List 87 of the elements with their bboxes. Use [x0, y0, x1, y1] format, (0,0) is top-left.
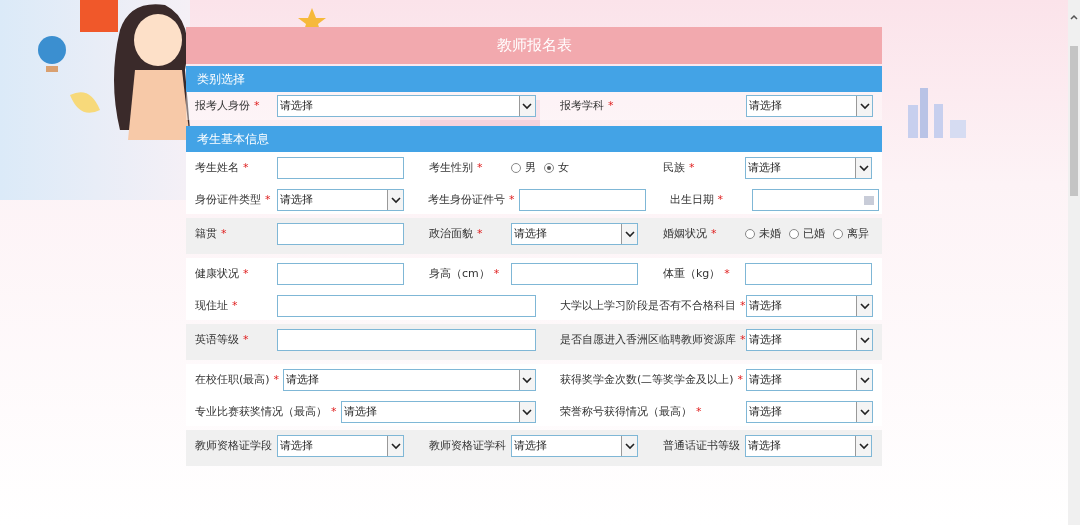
field-label: 在校任职(最高) * [195, 371, 281, 388]
field-label: 身高（cm） * [429, 265, 501, 282]
scrollbar[interactable] [1068, 0, 1080, 525]
field-label: 民族 * [663, 159, 696, 176]
text-field[interactable] [277, 263, 404, 285]
field-label: 获得奖学金次数(二等奖学金及以上) * [559, 371, 744, 388]
form-title: 教师报名表 [186, 27, 882, 64]
field-label: 考生性别 * [429, 159, 484, 176]
radio-button[interactable] [544, 163, 554, 173]
required-asterisk: * [477, 160, 483, 174]
dropdown-select[interactable]: 请选择 [745, 157, 872, 179]
radio-option[interactable]: 男 [511, 159, 536, 177]
radio-button[interactable] [745, 229, 755, 239]
dropdown-select[interactable]: 请选择 [746, 95, 873, 117]
section-header: 类别选择 [186, 66, 882, 92]
field-label: 普通话证书等级 [663, 437, 741, 454]
text-field[interactable] [277, 223, 404, 245]
required-asterisk: * [739, 332, 746, 346]
scroll-up-icon[interactable] [1070, 14, 1078, 20]
required-asterisk: * [711, 226, 717, 240]
required-asterisk: * [689, 160, 695, 174]
field-label: 考生身份证件号 * [428, 191, 516, 208]
required-asterisk: * [477, 226, 483, 240]
dropdown-select[interactable]: 请选择 [277, 95, 536, 117]
required-asterisk: * [737, 372, 743, 386]
field-label: 教师资格证学段 [195, 437, 273, 454]
radio-option[interactable]: 已婚 [789, 225, 825, 243]
dropdown-select[interactable]: 请选择 [746, 295, 873, 317]
field-label: 考生姓名 * [195, 159, 250, 176]
required-asterisk: * [243, 160, 249, 174]
required-asterisk: * [232, 298, 238, 312]
dropdown-select[interactable]: 请选择 [511, 223, 638, 245]
field-label: 英语等级 * [195, 331, 250, 348]
field-label: 大学以上学习阶段是否有不合格科目 * [559, 297, 746, 314]
field-label: 婚姻状况 * [663, 225, 718, 242]
required-asterisk: * [695, 404, 702, 418]
required-asterisk: * [607, 98, 614, 112]
required-asterisk: * [243, 332, 249, 346]
radio-button[interactable] [789, 229, 799, 239]
field-label: 现住址 * [195, 297, 239, 314]
section-header: 考生基本信息 [186, 126, 882, 152]
required-asterisk: * [717, 192, 723, 206]
dropdown-select[interactable]: 请选择 [340, 401, 536, 423]
field-label: 报考人身份 * [195, 97, 261, 114]
text-field[interactable] [518, 189, 646, 211]
radio-button[interactable] [833, 229, 843, 239]
required-asterisk: * [739, 298, 746, 312]
radio-button[interactable] [511, 163, 521, 173]
dropdown-select[interactable]: 请选择 [283, 369, 536, 391]
field-label: 报考学科 * [559, 97, 615, 114]
field-label: 身份证件类型 * [195, 191, 272, 208]
dropdown-select[interactable]: 请选择 [277, 189, 404, 211]
date-field[interactable] [751, 189, 879, 211]
field-label: 专业比赛获奖情况（最高） * [195, 403, 338, 420]
required-asterisk: * [331, 404, 337, 418]
required-asterisk: * [243, 266, 249, 280]
required-asterisk: * [273, 372, 280, 386]
required-asterisk: * [509, 192, 515, 206]
dropdown-select[interactable]: 请选择 [745, 435, 872, 457]
field-label: 政治面貌 * [429, 225, 484, 242]
required-asterisk: * [493, 266, 500, 280]
field-label: 体重（kg） * [663, 265, 731, 282]
dropdown-select[interactable]: 请选择 [511, 435, 638, 457]
text-field[interactable] [277, 329, 536, 351]
dropdown-select[interactable]: 请选择 [746, 369, 873, 391]
field-label: 健康状况 * [195, 265, 250, 282]
calendar-icon [863, 195, 874, 205]
field-label: 教师资格证学科 [429, 437, 507, 454]
dropdown-select[interactable]: 请选择 [277, 435, 404, 457]
dropdown-select[interactable]: 请选择 [746, 329, 873, 351]
required-asterisk: * [254, 98, 260, 112]
required-asterisk: * [221, 226, 227, 240]
radio-option[interactable]: 未婚 [745, 225, 781, 243]
text-field[interactable] [277, 157, 404, 179]
text-field[interactable] [745, 263, 872, 285]
field-label: 是否自愿进入香洲区临聘教师资源库 * [559, 331, 746, 348]
field-label: 籍贯 * [195, 225, 228, 242]
text-field[interactable] [511, 263, 638, 285]
radio-option[interactable]: 离异 [833, 225, 869, 243]
scrollbar-thumb[interactable] [1070, 46, 1078, 196]
dropdown-select[interactable]: 请选择 [746, 401, 873, 423]
required-asterisk: * [724, 266, 730, 280]
field-label: 荣誉称号获得情况（最高） * [559, 403, 703, 420]
radio-option[interactable]: 女 [544, 159, 569, 177]
required-asterisk: * [265, 192, 271, 206]
text-field[interactable] [277, 295, 536, 317]
field-label: 出生日期 * [669, 191, 724, 208]
